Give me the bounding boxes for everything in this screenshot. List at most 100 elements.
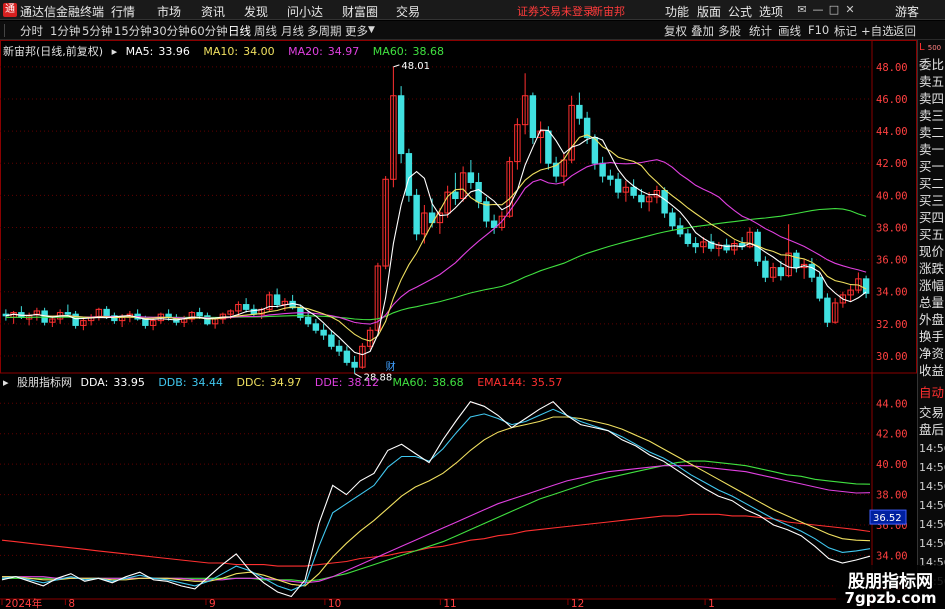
candle-down — [684, 233, 692, 245]
trade-label[interactable]: 交易 — [919, 404, 945, 422]
trade-time: 14:56 — [919, 499, 945, 512]
candle-down — [638, 194, 645, 203]
trade-time: 14:56 — [919, 518, 945, 531]
multi-stock-button[interactable]: 多股 — [718, 23, 741, 39]
period-60min[interactable]: 60分钟 — [190, 23, 228, 39]
menu-item-wealth[interactable]: 财富圈 — [342, 3, 378, 20]
price-tick-label: 48.00 — [876, 62, 908, 74]
candle-down — [343, 350, 351, 363]
candle-down — [676, 225, 684, 235]
period-weekly[interactable]: 周线 — [254, 23, 277, 39]
date-label: 10 — [328, 598, 341, 609]
ema144-label: EMA144: 35.57 — [477, 376, 563, 389]
period-5min[interactable]: 5分钟 — [82, 23, 112, 39]
period-tick[interactable]: 分时 — [20, 23, 43, 39]
stats-button[interactable]: 统计 — [749, 23, 772, 39]
price-tick-label: 32.00 — [876, 319, 908, 331]
period-30min[interactable]: 30分钟 — [152, 23, 190, 39]
candle-down — [824, 297, 831, 323]
close-icon[interactable]: ✕ — [842, 2, 858, 18]
f10-button[interactable]: F10 — [808, 23, 829, 37]
high-annotation: 48.01 — [401, 61, 430, 72]
menu-item-assistant[interactable]: 问小达 — [287, 3, 323, 20]
menu-function[interactable]: 功能 — [665, 3, 689, 20]
add-watchlist-button[interactable]: +自选 — [861, 23, 894, 39]
quote-field-label: 换手 — [919, 329, 945, 344]
watermark: 股朋指标网 7gpzb.com — [836, 565, 945, 609]
quote-field-label: 委比 — [919, 57, 945, 72]
period-15min[interactable]: 15分钟 — [114, 23, 152, 39]
candle-down — [777, 267, 785, 277]
menu-item-markets[interactable]: 市场 — [157, 3, 181, 20]
candle-down — [692, 243, 699, 248]
chevron-icon[interactable]: ▸ — [3, 376, 9, 389]
sub-tick-label: 38.00 — [876, 490, 908, 502]
watermark-url: 7gpzb.com — [844, 589, 937, 607]
ma20-label: MA20: 34.97 — [288, 45, 360, 58]
maximize-icon[interactable]: □ — [826, 2, 842, 18]
draw-button[interactable]: 画线 — [778, 23, 801, 39]
minimize-icon[interactable]: — — [810, 2, 826, 18]
quote-field-label: 买四 — [919, 210, 945, 225]
back-button[interactable]: 返回 — [893, 23, 916, 39]
period-1min[interactable]: 1分钟 — [50, 23, 80, 39]
date-label: 12 — [571, 598, 584, 609]
chevron-down-icon[interactable]: ▼ — [368, 25, 375, 35]
guest-login[interactable]: 游客 — [895, 3, 919, 20]
adjust-button[interactable]: 复权 — [664, 23, 687, 39]
quote-field-label: 卖三 — [919, 108, 945, 123]
quote-field-label: 总量 — [919, 295, 945, 310]
mail-icon[interactable]: ✉ — [794, 2, 810, 18]
menu-item-trade[interactable]: 交易 — [396, 3, 420, 20]
quote-panel: L 500 委比 卖五 卖四 卖三 卖二 卖一 买一 买二 买三 买四 买五 现价 涨跌 涨幅 总量 外盘 换手… — [917, 40, 945, 609]
quote-field-label: 收益 — [919, 363, 945, 378]
quote-field-label: 买一 — [919, 159, 945, 174]
quote-field-label: 买三 — [919, 193, 945, 208]
sub-ma60-label: MA60: 38.68 — [392, 376, 464, 389]
price-tick-label: 30.00 — [876, 351, 908, 363]
candle-down — [273, 294, 281, 306]
quote-field-label: 卖五 — [919, 74, 945, 89]
menu-item-discover[interactable]: 发现 — [244, 3, 268, 20]
trade-time: 14:56 — [919, 537, 945, 550]
menu-item-news[interactable]: 资讯 — [201, 3, 225, 20]
kline-chart[interactable]: 48.0128.88财 48.0046.0044.0042.0040.0038.… — [0, 40, 917, 609]
period-daily[interactable]: 日线 — [228, 23, 251, 39]
chart-area[interactable]: 48.01 28.88 财 48.00 46.00 44.00 42.00 40.00 38.… — [0, 40, 945, 609]
candle-down — [397, 95, 405, 155]
chevron-icon[interactable]: ▸ — [112, 45, 118, 58]
sub-tick-label: 40.00 — [876, 459, 908, 471]
quote-field-label: 外盘 — [919, 312, 945, 327]
title-bar: 通 通达信金融终端 行情 市场 资讯 发现 问小达 财富圈 交易 证券交易未登录… — [0, 0, 945, 20]
menu-formula[interactable]: 公式 — [728, 3, 752, 20]
period-multi[interactable]: 多周期 — [307, 23, 342, 39]
ma10-label: MA10: 34.00 — [203, 45, 275, 58]
period-monthly[interactable]: 月线 — [281, 23, 304, 39]
period-more[interactable]: 更多 — [345, 23, 368, 39]
candle-down — [64, 312, 72, 315]
mark-button[interactable]: 标记 — [834, 23, 857, 39]
ddb-label: DDB: 34.44 — [158, 376, 224, 389]
after-hours-label[interactable]: 盘后 — [919, 421, 945, 439]
auto-label[interactable]: 自动 — [919, 384, 945, 402]
date-label: 2024年 — [5, 597, 42, 609]
candle-down — [475, 181, 482, 203]
candle-down — [630, 186, 637, 196]
candle-down — [351, 361, 358, 368]
quote-field-label: 卖四 — [919, 91, 945, 106]
quote-field-label: 买五 — [919, 227, 945, 242]
candle-down — [142, 318, 149, 326]
candle-down — [576, 104, 583, 119]
dde-label: DDE: 38.12 — [314, 376, 379, 389]
menu-item-market[interactable]: 行情 — [111, 3, 135, 20]
login-warning[interactable]: 证券交易未登录 — [517, 3, 594, 19]
price-tick-label: 46.00 — [876, 94, 908, 106]
overlay-button[interactable]: 叠加 — [691, 23, 714, 39]
main-chart-title: 新宙邦(日线,前复权) — [3, 45, 104, 58]
candle-down — [599, 162, 606, 177]
candle-down — [103, 308, 110, 317]
ddc-label: DDC: 34.97 — [236, 376, 302, 389]
candle-down — [816, 276, 823, 299]
menu-layout[interactable]: 版面 — [697, 3, 721, 20]
menu-options[interactable]: 选项 — [759, 3, 783, 20]
